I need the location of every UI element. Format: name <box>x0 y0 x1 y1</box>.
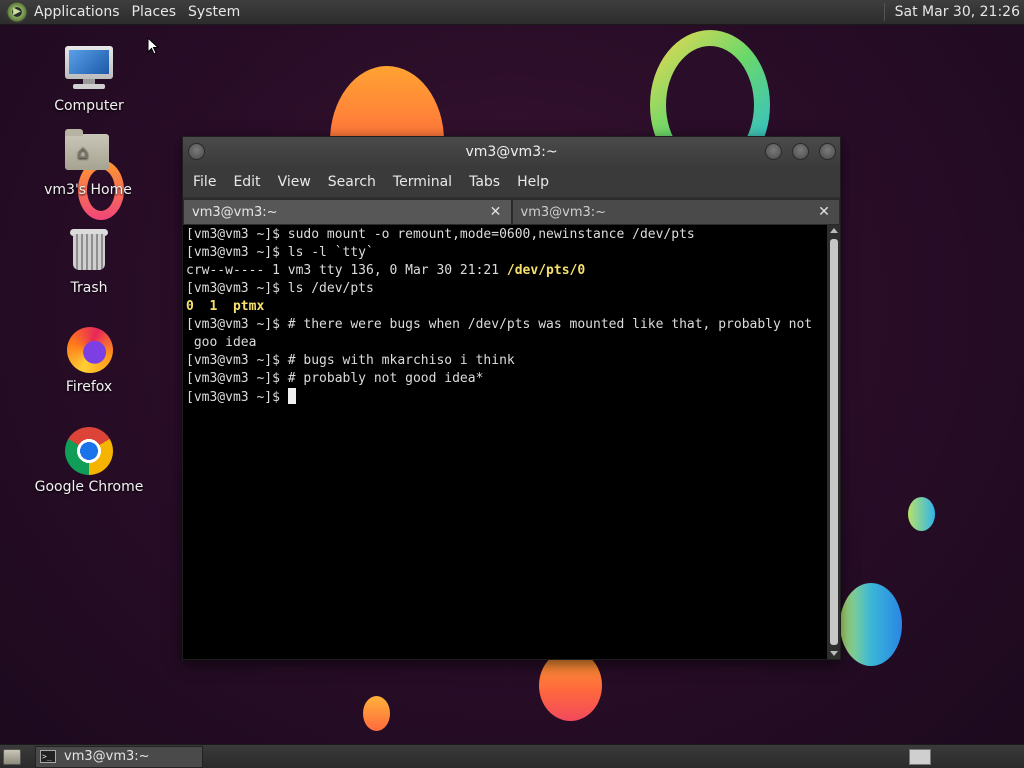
home-folder-icon: ⌂ <box>62 129 114 178</box>
tab-label: vm3@vm3:~ <box>192 204 278 220</box>
menu-help[interactable]: Help <box>511 174 555 190</box>
terminal-line: [vm3@vm3 ~]$ # probably not good idea* <box>186 371 484 386</box>
mouse-cursor-icon <box>147 37 159 55</box>
scroll-down-icon[interactable] <box>830 651 838 656</box>
menu-applications[interactable]: Applications <box>28 4 126 20</box>
panel-separator <box>883 3 885 21</box>
close-button[interactable] <box>819 143 836 160</box>
tab-terminal-1[interactable]: vm3@vm3:~ ✕ <box>183 199 512 225</box>
terminal-line: [vm3@vm3 ~]$ # there were bugs when /dev… <box>186 317 813 332</box>
wallpaper-blob <box>363 696 390 731</box>
desktop-icon-label: vm3's Home <box>44 182 132 198</box>
terminal-icon: >_ <box>40 750 56 763</box>
menu-view[interactable]: View <box>272 174 317 190</box>
workspace-switcher[interactable] <box>909 748 931 765</box>
show-desktop-icon[interactable] <box>3 748 21 765</box>
wallpaper-blob <box>908 497 935 531</box>
terminal-line: [vm3@vm3 ~]$ ls /dev/pts <box>186 281 374 296</box>
scrollbar-thumb[interactable] <box>830 239 838 645</box>
tab-close-icon[interactable]: ✕ <box>817 204 831 220</box>
desktop-icon-label: Trash <box>70 280 108 296</box>
tab-close-icon[interactable]: ✕ <box>489 204 503 220</box>
tab-label: vm3@vm3:~ <box>520 204 607 220</box>
terminal-path-highlight: /dev/pts/0 <box>506 263 586 278</box>
terminal-ls-output: 0 1 ptmx <box>186 299 265 314</box>
bottom-panel: >_ vm3@vm3:~ <box>0 744 1024 768</box>
window-titlebar[interactable]: vm3@vm3:~ <box>183 137 840 167</box>
top-panel: ▶ Applications Places System Sat Mar 30,… <box>0 0 1024 25</box>
minimize-button[interactable] <box>765 143 782 160</box>
terminal-menubar: File Edit View Search Terminal Tabs Help <box>183 167 840 197</box>
taskbar-button-terminal[interactable]: >_ vm3@vm3:~ <box>35 745 203 768</box>
menu-search[interactable]: Search <box>322 174 382 190</box>
firefox-icon <box>63 327 115 375</box>
wallpaper-blob <box>840 583 902 666</box>
terminal-tabs: vm3@vm3:~ ✕ vm3@vm3:~ ✕ <box>183 197 840 225</box>
maximize-button[interactable] <box>792 143 809 160</box>
window-menu-button[interactable] <box>188 143 205 160</box>
terminal-line: goo idea <box>186 335 257 350</box>
terminal-line: crw--w---- 1 vm3 tty 136, 0 Mar 30 21:21 <box>186 263 507 278</box>
tab-terminal-2[interactable]: vm3@vm3:~ ✕ <box>511 199 840 225</box>
taskbar-label: vm3@vm3:~ <box>64 749 150 764</box>
menu-tabs[interactable]: Tabs <box>463 174 506 190</box>
terminal-window: vm3@vm3:~ File Edit View Search Terminal… <box>182 136 841 660</box>
wallpaper-blob <box>539 650 602 721</box>
window-title: vm3@vm3:~ <box>465 144 558 160</box>
scroll-up-icon[interactable] <box>830 228 838 233</box>
terminal-line: [vm3@vm3 ~]$ # bugs with mkarchiso i thi… <box>186 353 515 368</box>
menu-terminal[interactable]: Terminal <box>387 174 458 190</box>
desktop-icon-trash[interactable]: Trash <box>34 228 144 296</box>
desktop-icon-chrome[interactable]: Google Chrome <box>34 427 144 495</box>
menu-system[interactable]: System <box>182 4 246 20</box>
desktop-icon-label: Firefox <box>65 379 113 395</box>
terminal-line: [vm3@vm3 ~]$ sudo mount -o remount,mode=… <box>186 227 695 242</box>
menu-file[interactable]: File <box>187 174 222 190</box>
computer-icon <box>63 46 115 94</box>
terminal-line: [vm3@vm3 ~]$ ls -l `tty` <box>186 245 374 260</box>
terminal-cursor <box>287 388 296 404</box>
trash-icon <box>63 228 115 276</box>
desktop-icon-label: Google Chrome <box>34 479 144 495</box>
desktop-icon-label: Computer <box>54 98 124 114</box>
desktop-icon-computer[interactable]: Computer <box>34 46 144 114</box>
distro-logo-icon[interactable]: ▶ <box>6 1 28 23</box>
desktop-icon-home[interactable]: ⌂ vm3's Home <box>33 129 143 198</box>
menu-edit[interactable]: Edit <box>227 174 266 190</box>
terminal-scrollbar[interactable] <box>827 225 840 659</box>
chrome-icon <box>63 427 115 475</box>
panel-clock[interactable]: Sat Mar 30, 21:26 <box>895 4 1020 20</box>
desktop-icon-firefox[interactable]: Firefox <box>34 327 144 395</box>
terminal-output[interactable]: [vm3@vm3 ~]$ sudo mount -o remount,mode=… <box>183 225 828 659</box>
menu-places[interactable]: Places <box>126 4 183 20</box>
terminal-prompt: [vm3@vm3 ~]$ <box>186 390 288 405</box>
